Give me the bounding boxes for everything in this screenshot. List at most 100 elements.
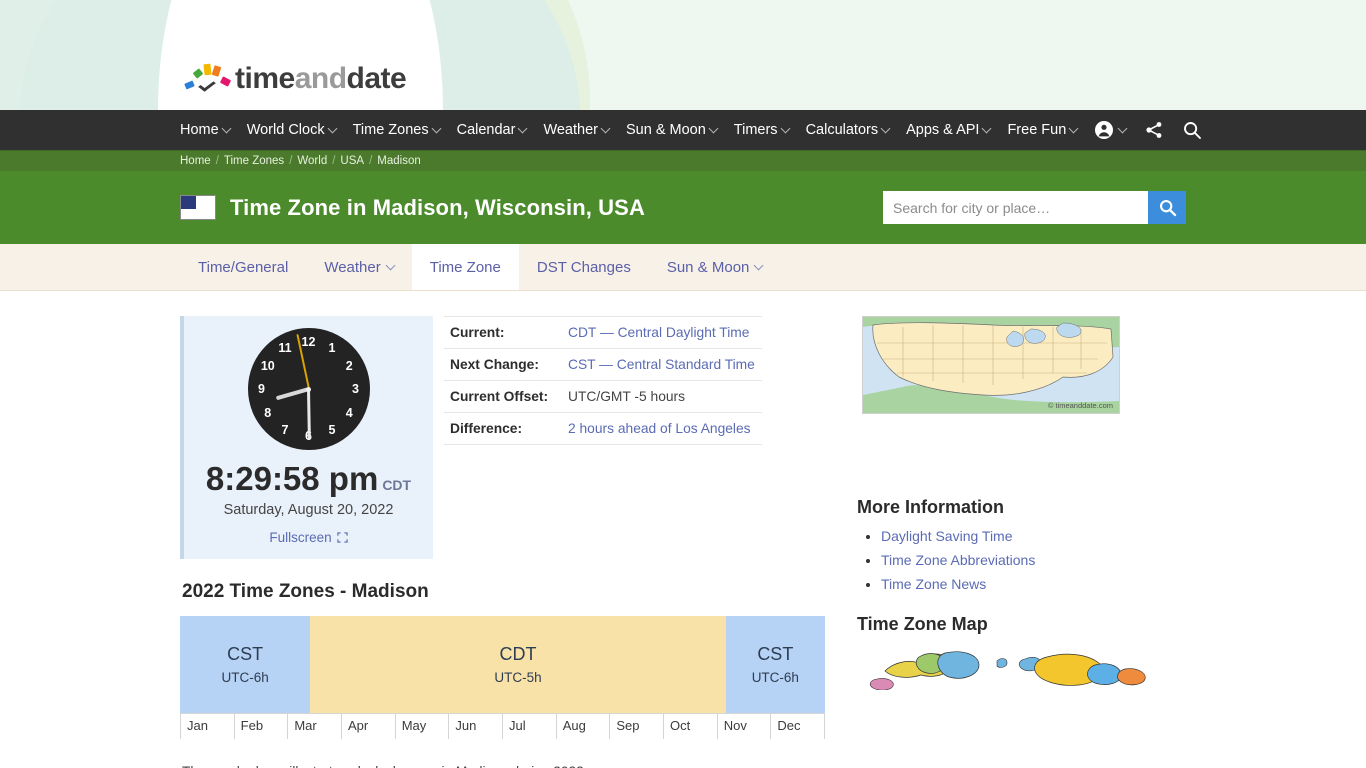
nav-item-label: Calendar xyxy=(456,122,516,138)
clock-numeral-4: 4 xyxy=(345,405,353,420)
more-info-link[interactable]: Time Zone News xyxy=(881,576,986,592)
chevron-down-icon xyxy=(431,123,442,133)
usa-map-image[interactable]: © timeanddate.com © timeanddate.com xyxy=(862,316,1120,414)
info-key: Difference: xyxy=(444,412,562,445)
month-label-jul: Jul xyxy=(503,714,557,739)
nav-item-home[interactable]: Home xyxy=(180,122,232,138)
nav-item-label: Sun & Moon xyxy=(625,122,706,138)
tab-label: DST Changes xyxy=(536,258,631,276)
search-icon xyxy=(1159,199,1176,217)
table-row: Current Offset: UTC/GMT -5 hours xyxy=(444,380,762,413)
nav-item-label: Timers xyxy=(733,122,778,138)
usa-map-graphic: © timeanddate.com xyxy=(863,317,1119,413)
nav-item-world-clock[interactable]: World Clock xyxy=(246,122,338,138)
breadcrumb-item-world[interactable]: World xyxy=(297,155,327,167)
clock-numeral-7: 7 xyxy=(281,422,289,437)
nav-item-timers[interactable]: Timers xyxy=(733,122,791,138)
main-content: 121234567891011 8:29:58 pmCDT Saturday, … xyxy=(0,291,1366,768)
main-navbar: Home World Clock Time Zones Calendar Weather… xyxy=(0,110,1366,150)
timezone-segment-cdt: CDT UTC-5h xyxy=(310,616,726,713)
clock-numeral-8: 8 xyxy=(264,405,272,420)
timeanddate-logo-icon xyxy=(184,63,232,94)
table-row: Current: CDT — Central Daylight Time xyxy=(444,316,762,349)
logo-word-and: and xyxy=(294,62,347,95)
graph-note: The graph above illustrates clock change… xyxy=(182,764,840,768)
tab-time-zone[interactable]: Time Zone xyxy=(411,244,519,290)
chevron-down-icon xyxy=(982,123,992,133)
info-value[interactable]: CDT — Central Daylight Time xyxy=(562,316,762,349)
chevron-down-icon xyxy=(880,123,891,133)
tab-sun-moon[interactable]: Sun & Moon xyxy=(649,244,781,290)
breadcrumb-item-usa[interactable]: USA xyxy=(340,155,364,167)
chevron-down-icon xyxy=(385,260,396,270)
account-icon[interactable] xyxy=(1094,120,1128,140)
fullscreen-link[interactable]: Fullscreen xyxy=(269,530,348,545)
table-row: Next Change: CST — Central Standard Time xyxy=(444,348,762,381)
logo-word-time: time xyxy=(235,62,295,95)
info-value[interactable]: CST — Central Standard Time xyxy=(562,348,762,381)
month-label-may: May xyxy=(396,714,450,739)
nav-item-label: Time Zones xyxy=(352,122,429,138)
clock-numeral-5: 5 xyxy=(328,422,336,437)
tab-label: Weather xyxy=(324,258,381,276)
world-timezone-map-image[interactable] xyxy=(857,645,1157,690)
tab-time-general[interactable]: Time/General xyxy=(180,244,306,290)
segment-offset: UTC-5h xyxy=(494,670,542,685)
search-input[interactable] xyxy=(883,191,1148,224)
breadcrumb-separator: / xyxy=(332,155,336,167)
more-info-link[interactable]: Time Zone Abbreviations xyxy=(881,552,1035,568)
timezone-segment-cst: CST UTC-6h xyxy=(725,616,825,713)
month-label-sep: Sep xyxy=(610,714,665,739)
more-information-block: More Information Daylight Saving Time Tim… xyxy=(855,497,1185,592)
nav-item-calculators[interactable]: Calculators xyxy=(806,122,891,138)
nav-item-label: World Clock xyxy=(246,122,325,138)
breadcrumb-item-home[interactable]: Home xyxy=(180,155,211,167)
segment-offset: UTC-6h xyxy=(221,670,269,685)
tab-label: Time Zone xyxy=(429,258,501,276)
month-label-apr: Apr xyxy=(342,714,396,739)
clock-numeral-12: 12 xyxy=(301,335,316,349)
list-item: Daylight Saving Time xyxy=(881,528,1185,544)
month-label-feb: Feb xyxy=(235,714,289,739)
nav-item-sun-moon[interactable]: Sun & Moon xyxy=(625,122,719,138)
month-label-jun: Jun xyxy=(449,714,504,739)
breadcrumb: Home / Time Zones / World / USA / Madison xyxy=(0,150,1366,171)
clock-numeral-1: 1 xyxy=(328,341,336,356)
breadcrumb-item-time-zones[interactable]: Time Zones xyxy=(224,155,284,167)
timezone-graph-months: Jan Feb Mar Apr May Jun Jul Aug Sep Oct Nov Dec xyxy=(180,713,826,739)
info-value: UTC/GMT -5 hours xyxy=(562,380,762,413)
breadcrumb-separator: / xyxy=(369,155,373,167)
right-column: © timeanddate.com © timeanddate.com More… xyxy=(840,291,1185,768)
month-label-dec: Dec xyxy=(771,714,826,739)
nav-item-time-zones[interactable]: Time Zones xyxy=(352,122,442,138)
local-clock-panel: 121234567891011 8:29:58 pmCDT Saturday, … xyxy=(180,316,433,559)
search-icon[interactable] xyxy=(1182,120,1202,140)
share-icon[interactable] xyxy=(1144,120,1164,140)
search-submit-button[interactable] xyxy=(1148,191,1186,224)
info-key: Current Offset: xyxy=(444,380,562,413)
nav-item-calendar[interactable]: Calendar xyxy=(456,122,528,138)
chevron-down-icon xyxy=(600,123,611,133)
time-zone-map-title: Time Zone Map xyxy=(857,614,988,634)
digital-clock: 8:29:58 pm CDT xyxy=(184,462,433,495)
site-logo[interactable]: timeanddate xyxy=(184,62,407,96)
month-label-nov: Nov xyxy=(718,714,772,739)
tab-dst-changes[interactable]: DST Changes xyxy=(519,244,649,290)
time-zone-map-block: Time Zone Map xyxy=(855,614,1185,690)
more-info-link[interactable]: Daylight Saving Time xyxy=(881,528,1013,544)
nav-item-free-fun[interactable]: Free Fun xyxy=(1007,122,1079,138)
breadcrumb-item-madison[interactable]: Madison xyxy=(377,155,420,167)
header-search xyxy=(883,191,1186,224)
nav-item-apps-api[interactable]: Apps & API xyxy=(906,122,992,138)
info-value[interactable]: 2 hours ahead of Los Angeles xyxy=(562,412,762,445)
left-column: 121234567891011 8:29:58 pmCDT Saturday, … xyxy=(180,291,840,768)
clock-numeral-9: 9 xyxy=(258,382,265,396)
tab-weather[interactable]: Weather xyxy=(306,244,411,290)
chevron-down-icon xyxy=(1068,123,1079,133)
timezone-segment-cst: CST UTC-6h xyxy=(180,616,311,713)
clock-numeral-10: 10 xyxy=(260,358,275,373)
timezone-graph-bars: CST UTC-6h CDT UTC-5h CST UTC-6h xyxy=(180,616,825,713)
nav-item-weather[interactable]: Weather xyxy=(543,122,611,138)
expand-icon xyxy=(336,532,348,543)
clock-center-pin xyxy=(306,386,311,392)
